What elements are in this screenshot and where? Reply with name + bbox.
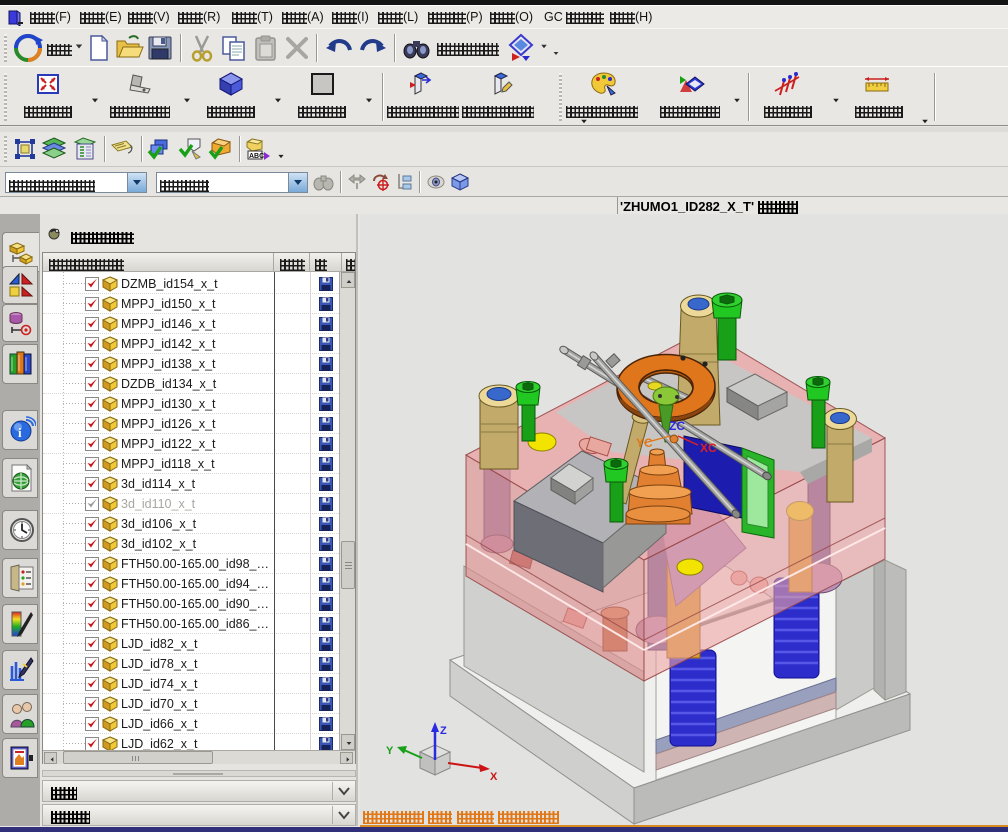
svg-text:ZC: ZC [669, 419, 685, 433]
svg-text:Y: Y [386, 745, 394, 757]
svg-text:ABC: ABC [249, 153, 264, 160]
svg-text:i: i [18, 425, 22, 440]
svg-text:Z: Z [440, 725, 447, 737]
svg-text:X: X [490, 771, 498, 783]
svg-text:YC: YC [636, 436, 653, 450]
svg-text:XC: XC [700, 441, 717, 455]
